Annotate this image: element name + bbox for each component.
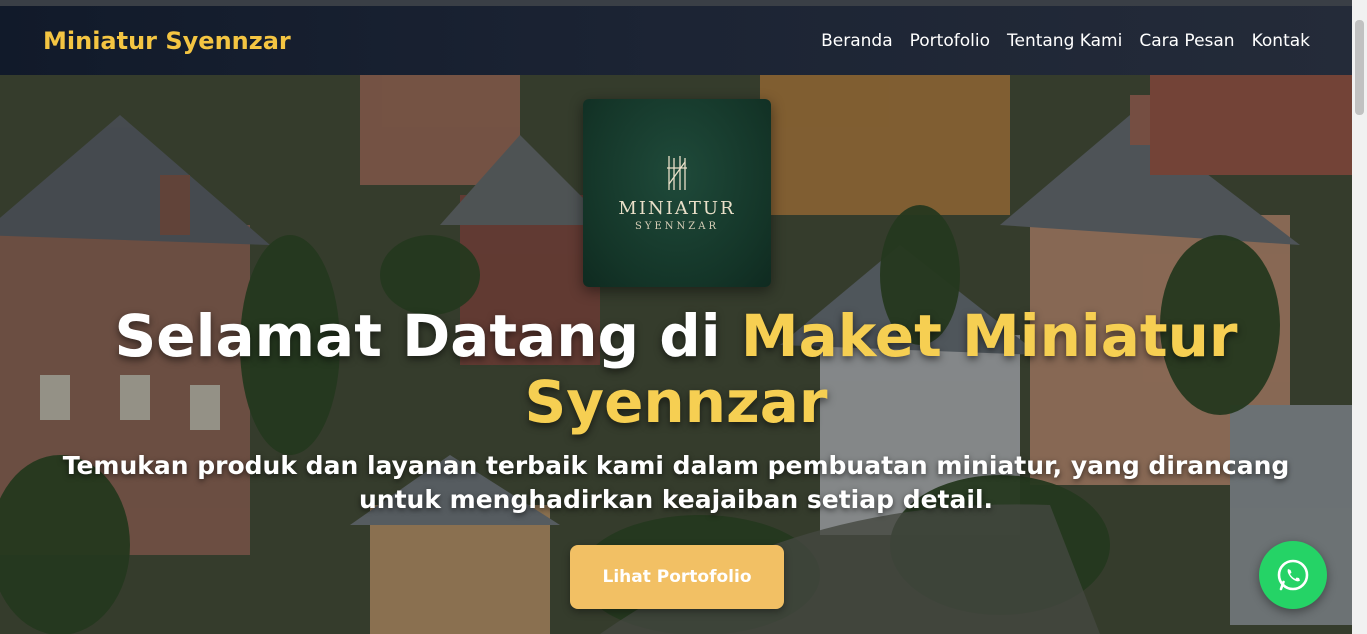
- brand-logo-text[interactable]: Miniatur Syennzar: [43, 27, 291, 55]
- scrollbar-thumb[interactable]: [1355, 20, 1364, 115]
- logo-subtitle: SYENNZAR: [635, 221, 719, 232]
- whatsapp-button[interactable]: [1259, 541, 1327, 609]
- hero-subtitle: Temukan produk dan layanan terbaik kami …: [62, 451, 1290, 514]
- main-menu: Beranda Portofolio Tentang Kami Cara Pes…: [821, 31, 1310, 51]
- nav-link-kontak[interactable]: Kontak: [1252, 31, 1310, 51]
- nav-link-cara-pesan[interactable]: Cara Pesan: [1139, 31, 1234, 51]
- hero-title-accent-2: Syennzar: [524, 368, 828, 436]
- hero-title-accent: Maket Miniatur: [740, 302, 1238, 370]
- nav-link-portofolio[interactable]: Portofolio: [910, 31, 990, 51]
- hero-title-plain: Selamat Datang di: [114, 302, 741, 370]
- hero-title: Selamat Datang di Maket Miniatur Syennza…: [0, 303, 1352, 435]
- page-scrollbar[interactable]: [1352, 0, 1367, 634]
- logo-emblem-icon: [667, 156, 687, 190]
- nav-link-tentang-kami[interactable]: Tentang Kami: [1007, 31, 1122, 51]
- hero-section: MINIATUR SYENNZAR Selamat Datang di Make…: [0, 75, 1352, 634]
- nav-link-beranda[interactable]: Beranda: [821, 31, 893, 51]
- whatsapp-icon: [1277, 559, 1309, 591]
- view-portfolio-button[interactable]: Lihat Portofolio: [570, 545, 784, 609]
- navbar: Miniatur Syennzar Beranda Portofolio Ten…: [0, 6, 1352, 75]
- logo-wordmark: MINIATUR: [618, 198, 736, 219]
- company-logo: MINIATUR SYENNZAR: [583, 99, 771, 287]
